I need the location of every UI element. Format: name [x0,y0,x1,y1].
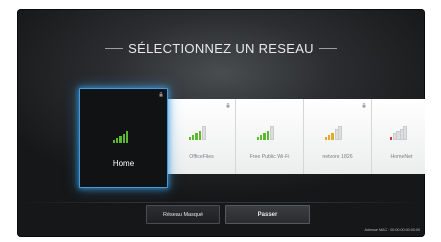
network-name: netvore 1826 [322,154,353,160]
lock-icon [362,103,366,108]
signal-strength-icon [189,126,211,140]
signal-bar [257,137,260,140]
signal-bar [122,133,125,143]
mac-address: Adresse MAC : 00:00:00:00:00:00 [364,228,420,232]
signal-bar [402,126,407,140]
hidden-network-button[interactable]: Réseau Masqué [146,205,220,224]
signal-bar [331,133,334,140]
signal-bar [263,133,266,140]
title-row: SÉLECTIONNEZ UN RESEAU [17,39,425,57]
signal-bar [201,126,206,140]
lock-icon [226,103,230,108]
network-name: Free Public Wi-Fi [249,154,290,160]
signal-bar [125,131,128,143]
signal-bar [337,126,342,140]
signal-strength-icon [113,129,135,143]
network-card-homenet[interactable]: HomeNet [372,99,425,174]
skip-button[interactable]: Passer [225,205,310,224]
signal-bar [328,135,331,140]
signal-bar [198,130,201,140]
signal-bar [195,133,198,140]
signal-bar [266,130,269,140]
network-card-netvore-1826[interactable]: netvore 1826 [304,99,372,174]
lock-icon [159,92,163,97]
network-card-free-public-wifi[interactable]: Free Public Wi-Fi [236,99,304,174]
signal-bar [113,140,116,143]
signal-bar [192,135,195,140]
signal-bar [119,136,122,143]
network-name: HomeNet [390,154,413,160]
network-selection-screen: SÉLECTIONNEZ UN RESEAU OfficeFiles Free … [17,9,425,237]
network-name: OfficeFiles [189,154,214,160]
network-card-officefiles[interactable]: OfficeFiles [168,99,236,174]
signal-bar [260,135,263,140]
divider [17,202,425,203]
network-list: OfficeFiles Free Public Wi-Fi netvore 18… [79,88,425,188]
signal-strength-icon [390,126,412,140]
network-card-home[interactable]: Home [79,88,168,188]
title-line-left [105,47,124,49]
signal-bar [390,137,393,140]
signal-strength-icon [325,126,347,140]
signal-bar [269,126,274,140]
signal-bar [189,137,192,140]
signal-bar [116,138,119,143]
signal-bar [325,137,328,140]
signal-strength-icon [257,126,279,140]
title-line-right [318,47,337,49]
network-name: Home [112,159,135,168]
page-title: SÉLECTIONNEZ UN RESEAU [128,40,314,56]
